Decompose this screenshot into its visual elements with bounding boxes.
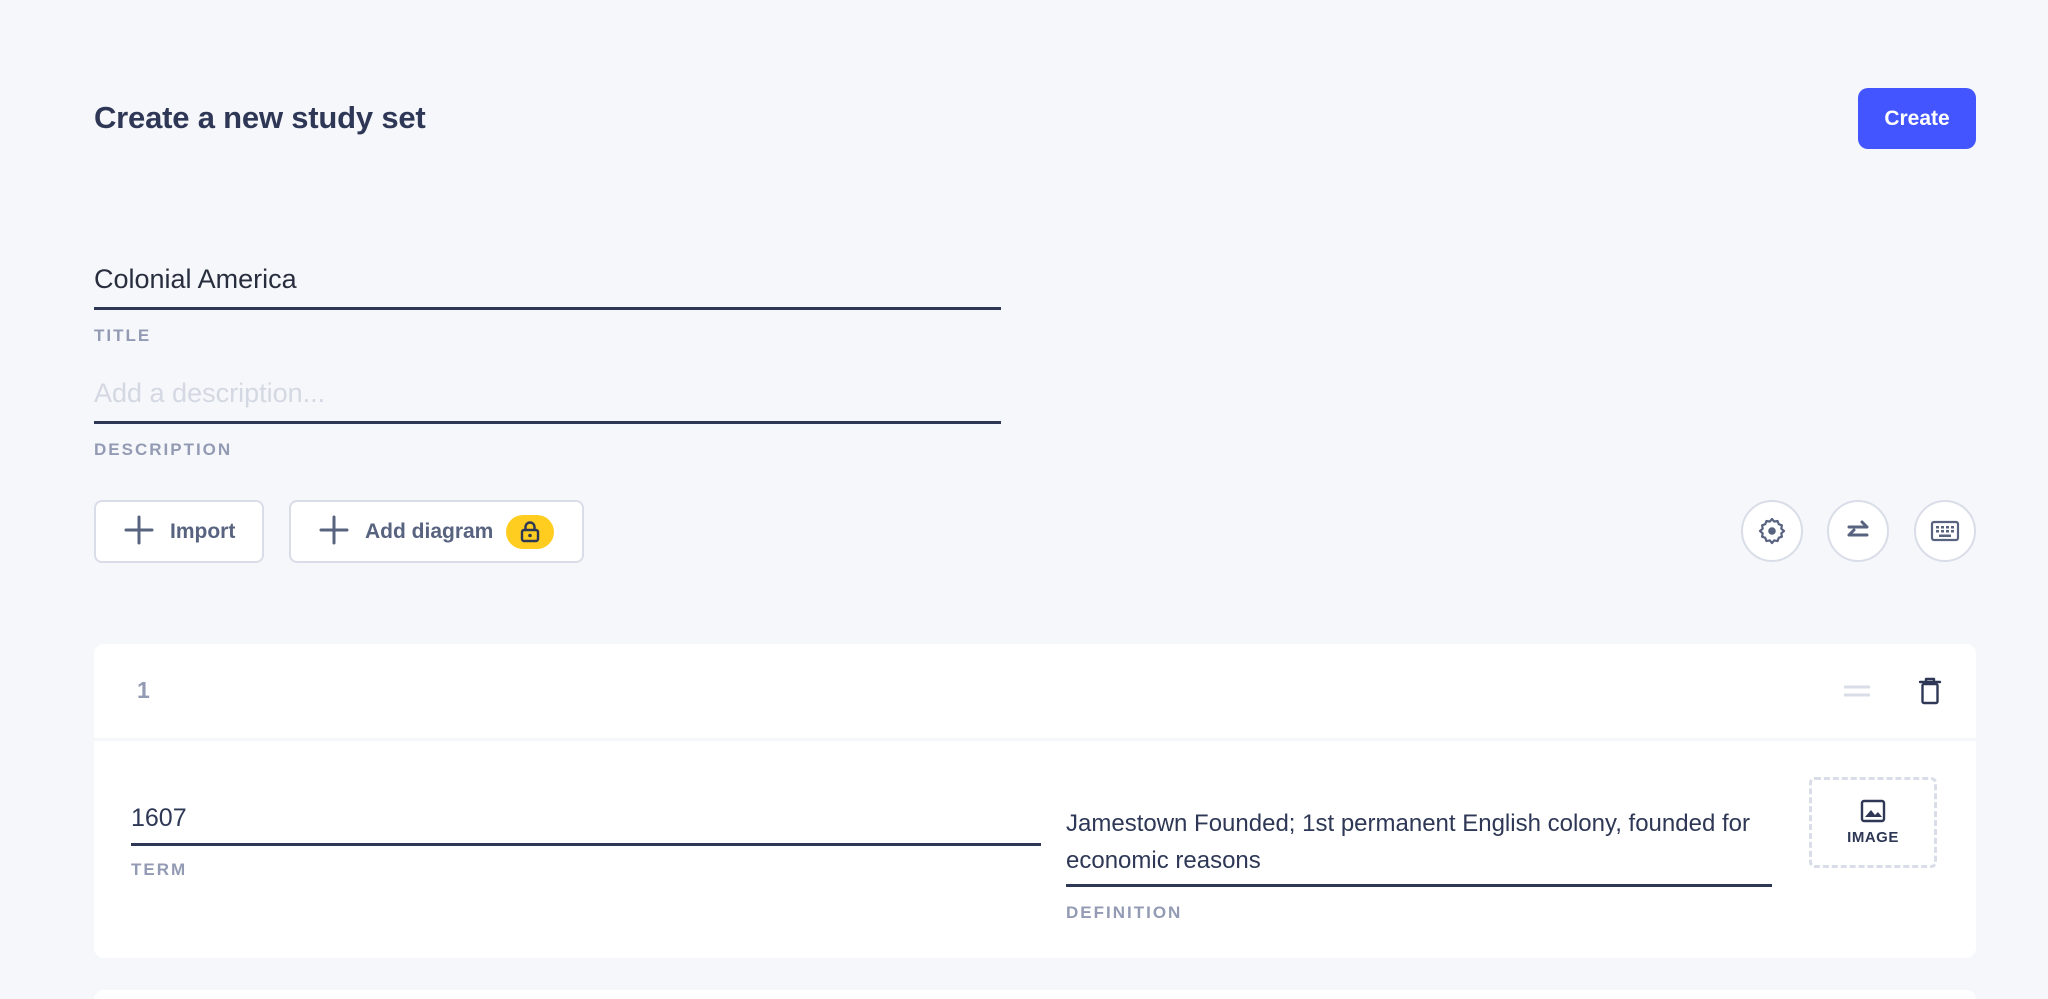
description-input[interactable] (94, 378, 1001, 409)
keyboard-shortcuts-button[interactable] (1914, 500, 1976, 562)
term-card: 1 TERM Jamestown Founded; 1st permanent … (94, 644, 1976, 958)
term-caption: TERM (131, 860, 188, 879)
title-input[interactable] (94, 264, 1001, 295)
page-title: Create a new study set (94, 100, 426, 135)
plus-icon (124, 512, 154, 552)
drag-handle-icon[interactable] (1843, 680, 1871, 702)
definition-underline (1066, 884, 1772, 887)
settings-button[interactable] (1741, 500, 1803, 562)
import-label: Import (170, 519, 236, 543)
card-header: 1 (94, 644, 1976, 741)
definition-caption: DEFINITION (1066, 903, 1183, 922)
create-button[interactable]: Create (1858, 88, 1976, 149)
description-caption: DESCRIPTION (94, 440, 233, 459)
keyboard-icon (1930, 520, 1960, 542)
term-field: TERM (131, 804, 1041, 880)
image-icon (1860, 799, 1886, 823)
title-underline (94, 307, 1001, 310)
title-caption: TITLE (94, 326, 152, 345)
swap-icon (1847, 520, 1869, 537)
card-number: 1 (137, 677, 150, 703)
create-study-set-page: Create a new study set Create TITLE DESC… (0, 0, 2048, 999)
term-input[interactable] (131, 804, 1041, 833)
add-diagram-button[interactable]: Add diagram (289, 500, 584, 563)
definition-input[interactable]: Jamestown Founded; 1st permanent English… (1066, 805, 1772, 879)
image-label: IMAGE (1847, 829, 1899, 846)
lock-badge (506, 514, 555, 549)
settings-icon (1758, 517, 1786, 545)
lock-icon (521, 520, 540, 542)
delete-card-button[interactable] (1913, 674, 1947, 708)
next-term-card (94, 990, 1976, 999)
description-underline (94, 421, 1001, 424)
description-field: DESCRIPTION (94, 378, 1001, 460)
definition-field: Jamestown Founded; 1st permanent English… (1066, 805, 1772, 923)
trash-icon (1918, 677, 1942, 705)
add-image-button[interactable]: IMAGE (1809, 777, 1937, 868)
swap-terms-button[interactable] (1827, 500, 1889, 562)
title-field: TITLE (94, 264, 1001, 346)
plus-icon (319, 512, 349, 552)
import-button[interactable]: Import (94, 500, 264, 563)
term-underline (131, 843, 1041, 846)
add-diagram-label: Add diagram (365, 519, 494, 543)
